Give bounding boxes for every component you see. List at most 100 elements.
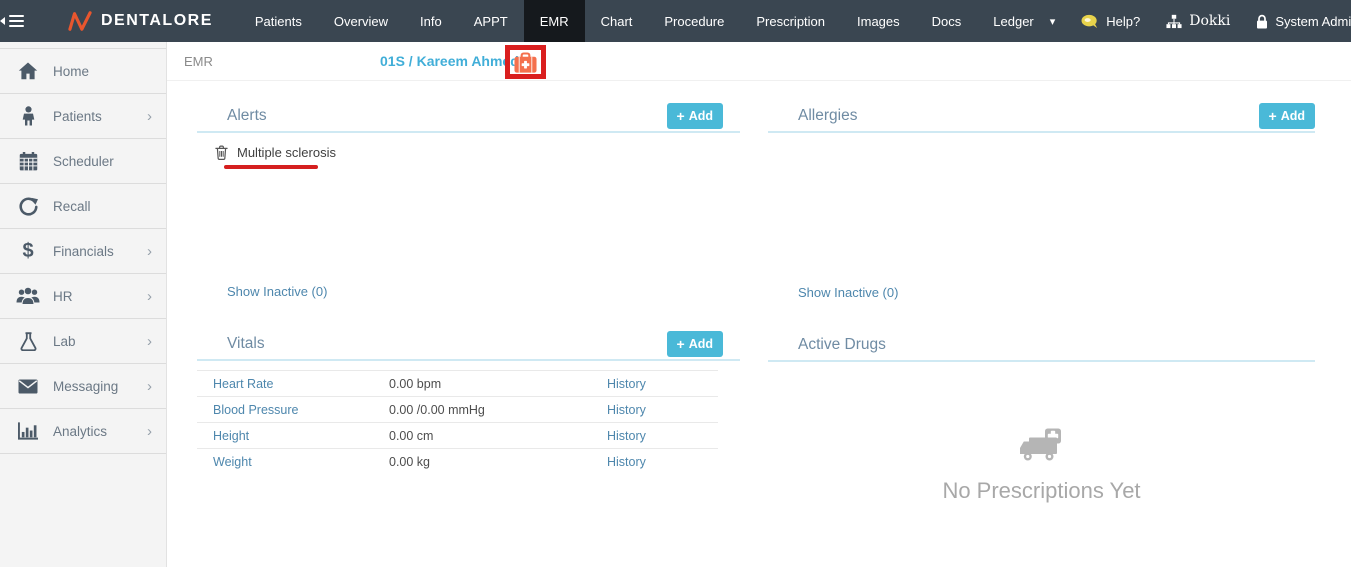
vital-value: 0.00 bpm	[389, 377, 607, 391]
sidebar-item-lab[interactable]: Lab ›	[0, 319, 166, 364]
annotation-underline	[224, 165, 318, 169]
nav-item-procedure[interactable]: Procedure	[648, 0, 740, 42]
allergies-show-inactive-link[interactable]: Show Inactive (0)	[798, 285, 898, 300]
prescriptions-empty-state: No Prescriptions Yet	[768, 428, 1315, 504]
alerts-title: Alerts	[227, 107, 667, 125]
sidebar: Home Patients › Scheduler	[0, 42, 167, 567]
sidebar-item-analytics[interactable]: Analytics ›	[0, 409, 166, 454]
alert-label: Multiple sclerosis	[237, 145, 336, 160]
sidebar-item-recall[interactable]: Recall	[0, 184, 166, 229]
sidebar-item-messaging[interactable]: Messaging ›	[0, 364, 166, 409]
allergies-add-button[interactable]: +Add	[1259, 103, 1316, 129]
vitals-row: Weight 0.00 kg History	[197, 448, 718, 474]
empty-state-text: No Prescriptions Yet	[942, 478, 1140, 504]
help-label: Help?	[1106, 14, 1140, 29]
main-nav: Patients Overview Info APPT EMR Chart Pr…	[239, 0, 1050, 42]
envelope-icon	[16, 379, 40, 394]
allergies-section-header: Allergies +Add	[768, 101, 1315, 133]
alerts-show-inactive-link[interactable]: Show Inactive (0)	[227, 284, 327, 299]
chat-bubble-icon	[1081, 14, 1099, 29]
active-drugs-section-header: Active Drugs	[768, 330, 1315, 362]
navbar-right-cluster: ▾ Help? Dokki System Admi	[1050, 13, 1351, 29]
dokki-button[interactable]: Dokki	[1166, 13, 1230, 29]
chevron-right-icon: ›	[147, 108, 152, 125]
sidebar-item-label: Lab	[53, 334, 147, 349]
app-logo[interactable]: DENTALORE	[68, 10, 213, 32]
dokki-label: Dokki	[1189, 13, 1230, 29]
annotation-highlight-box	[505, 45, 546, 79]
vital-label: Heart Rate	[197, 377, 389, 391]
people-icon	[16, 287, 40, 305]
chevron-right-icon: ›	[147, 378, 152, 395]
vital-history-link[interactable]: History	[607, 403, 646, 417]
sidebar-item-scheduler[interactable]: Scheduler	[0, 139, 166, 184]
vitals-row: Height 0.00 cm History	[197, 422, 718, 448]
breadcrumb-section: EMR	[184, 54, 213, 69]
nav-item-appt[interactable]: APPT	[458, 0, 524, 42]
help-button[interactable]: Help?	[1081, 14, 1140, 29]
vitals-row: Blood Pressure 0.00 /0.00 mmHg History	[197, 396, 718, 422]
vitals-table: Heart Rate 0.00 bpm History Blood Pressu…	[197, 370, 718, 474]
chevron-right-icon: ›	[147, 333, 152, 350]
nav-item-emr[interactable]: EMR	[524, 0, 585, 42]
sidebar-item-label: Financials	[53, 244, 147, 259]
sidebar-item-label: Messaging	[53, 379, 147, 394]
alerts-section-header: Alerts +Add	[197, 101, 740, 133]
nav-item-prescription[interactable]: Prescription	[740, 0, 841, 42]
ambulance-icon	[1019, 428, 1065, 464]
vital-value: 0.00 kg	[389, 455, 607, 469]
vitals-add-button[interactable]: +Add	[667, 331, 724, 357]
alerts-add-button[interactable]: +Add	[667, 103, 724, 129]
plus-icon: +	[1269, 109, 1277, 123]
sidebar-item-label: HR	[53, 289, 147, 304]
vitals-row: Heart Rate 0.00 bpm History	[197, 370, 718, 396]
vital-history-link[interactable]: History	[607, 377, 646, 391]
sidebar-toggle-button[interactable]	[0, 0, 24, 42]
nav-item-docs[interactable]: Docs	[916, 0, 978, 42]
medical-kit-icon[interactable]	[513, 51, 538, 74]
vital-label: Blood Pressure	[197, 403, 389, 417]
flask-icon	[16, 332, 40, 351]
sidebar-item-label: Analytics	[53, 424, 147, 439]
user-label: System Administrator	[1275, 14, 1351, 29]
vital-history-link[interactable]: History	[607, 429, 646, 443]
vital-history-link[interactable]: History	[607, 455, 646, 469]
home-icon	[16, 62, 40, 80]
vital-value: 0.00 cm	[389, 429, 607, 443]
chevron-right-icon: ›	[147, 288, 152, 305]
vitals-section-header: Vitals +Add	[197, 329, 740, 361]
main-content: Alerts +Add Multiple sclerosis Show Inac…	[167, 81, 1351, 567]
refresh-icon	[16, 197, 40, 216]
chevron-right-icon: ›	[147, 243, 152, 260]
nav-item-patients[interactable]: Patients	[239, 0, 318, 42]
right-column: Allergies +Add Show Inactive (0) Active …	[768, 81, 1315, 567]
nav-more-dropdown[interactable]: ▾	[1050, 15, 1056, 28]
brand-n-icon	[68, 10, 92, 32]
trash-icon[interactable]	[215, 145, 228, 160]
nav-item-info[interactable]: Info	[404, 0, 458, 42]
sidebar-item-label: Recall	[53, 199, 152, 214]
sidebar-item-financials[interactable]: $ Financials ›	[0, 229, 166, 274]
hamburger-icon	[9, 15, 24, 27]
calendar-icon	[16, 152, 40, 171]
person-icon	[16, 106, 40, 126]
collapse-arrow-icon	[0, 17, 5, 25]
left-column: Alerts +Add Multiple sclerosis Show Inac…	[197, 81, 740, 567]
nav-item-overview[interactable]: Overview	[318, 0, 404, 42]
nav-item-chart[interactable]: Chart	[585, 0, 649, 42]
sidebar-item-home[interactable]: Home	[0, 49, 166, 94]
vital-label: Height	[197, 429, 389, 443]
alert-list-item: Multiple sclerosis	[197, 142, 740, 162]
sitemap-icon	[1166, 14, 1182, 29]
plus-icon: +	[677, 337, 685, 351]
allergies-title: Allergies	[798, 107, 1259, 125]
sidebar-item-hr[interactable]: HR ›	[0, 274, 166, 319]
sidebar-item-patients[interactable]: Patients ›	[0, 94, 166, 139]
dollar-icon: $	[16, 240, 40, 263]
vitals-title: Vitals	[227, 335, 667, 353]
patient-link[interactable]: 01S / Kareem Ahmed	[380, 53, 519, 69]
nav-item-ledger[interactable]: Ledger	[977, 0, 1049, 42]
nav-item-images[interactable]: Images	[841, 0, 916, 42]
user-menu[interactable]: System Administrator ▾	[1256, 14, 1351, 29]
brand-name: DENTALORE	[101, 12, 213, 30]
